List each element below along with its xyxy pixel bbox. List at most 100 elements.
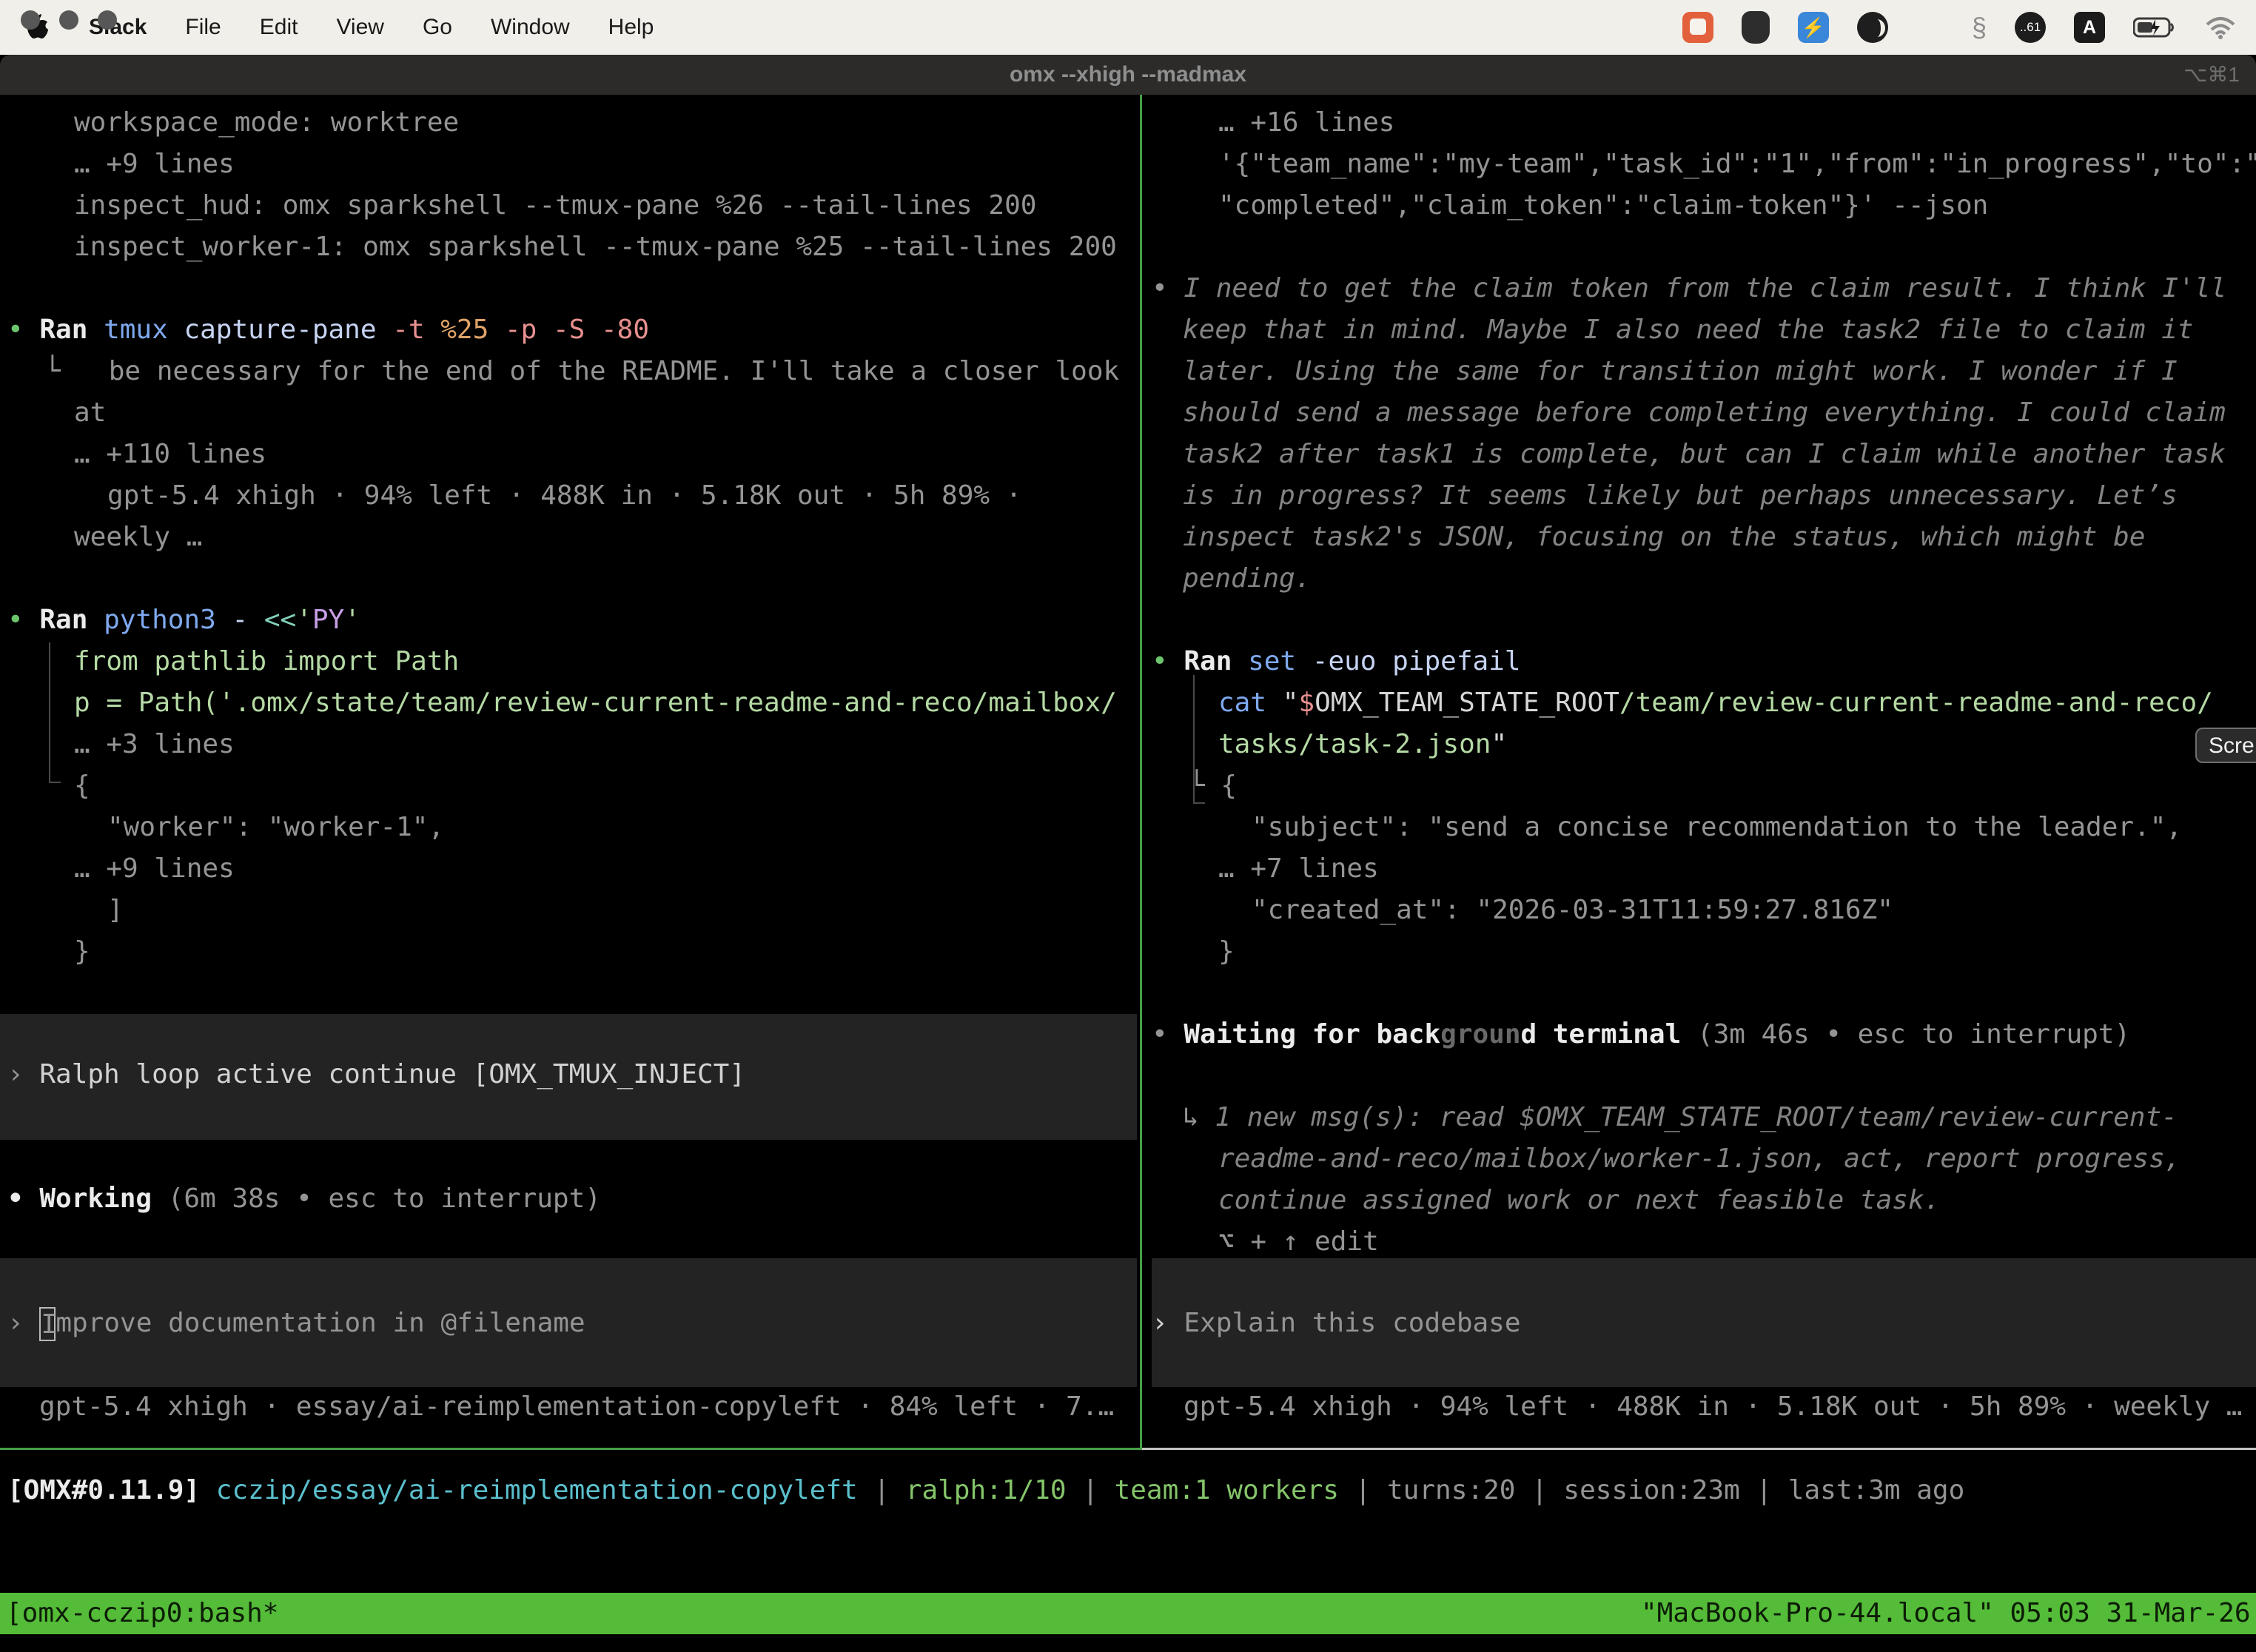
terminal-text-segment: "subject": "send a concise recommendatio… [1252,812,2182,842]
minimize-window-button[interactable] [59,10,78,30]
terminal-text-segment: " [1283,688,1299,718]
terminal-text-segment: ↳ [1183,1102,1215,1132]
terminal-line: } [1218,931,1235,973]
terminal-line: └ be necessary for the end of the README… [44,351,1119,392]
terminal-text-segment: I need to get the claim token from the c… [1184,273,2226,303]
terminal-text-segment: └ [1189,770,1221,801]
terminal-line: is in progress? It seems likely but perh… [1183,475,2178,517]
zoom-window-button[interactable] [98,10,117,30]
terminal-line: cat "$OMX_TEAM_STATE_ROOT/team/review-cu… [1218,682,2213,724]
terminal-text-segment: from pathlib import Path [74,646,459,676]
terminal-text-segment: … +9 lines [74,853,235,884]
menu-bar-status-icons: ⚡ § ..61 A [1682,11,2256,44]
terminal-text-segment: } [74,936,90,967]
terminal-text-segment: • [1152,646,1184,676]
terminal-line: "created_at": "2026-03-31T11:59:27.816Z" [1252,890,1893,931]
terminal-text-segment: cat [1218,688,1283,718]
terminal-text-segment: keep that in mind. Maybe I also need the… [1183,315,2193,345]
bolt-app-icon[interactable]: ⚡ [1798,12,1829,43]
terminal-text-segment: is in progress? It seems likely but perh… [1183,480,2178,511]
terminal-text-segment: gpt-5.4 xhigh · essay/ai-reimplementatio… [39,1391,1114,1422]
terminal-line: › Ralph loop active continue [OMX_TMUX_I… [7,1054,745,1095]
terminal-text-segment: readme-and-reco/mailbox/worker-1.json, a… [1218,1144,2181,1174]
terminal-text-segment: Ran [1184,646,1248,676]
screen-share-overlay-button[interactable]: Scre [2195,728,2256,763]
terminal-text-segment: $ [1298,688,1315,718]
wifi-icon[interactable] [2204,16,2237,39]
menu-item-edit[interactable]: Edit [260,15,298,40]
terminal-line: task2 after task1 is complete, but can I… [1183,434,2226,475]
terminal-line: … +110 lines [74,434,266,475]
menu-bar: Slack File Edit View Go Window Help ⚡ § … [0,0,2256,55]
terminal-line: readme-and-reco/mailbox/worker-1.json, a… [1218,1138,2181,1180]
terminal-text-segment: Ralph loop active continue [OMX_TMUX_INJ… [39,1059,745,1089]
terminal-line: "MacBook-Pro-44.local" 05:03 31-Mar-26 [1641,1593,2251,1634]
terminal-line: "completed","claim_token":"claim-token"}… [1218,185,1988,226]
terminal-line: … +16 lines [1218,102,1394,144]
menu-item-go[interactable]: Go [423,15,452,40]
crescent-app-icon[interactable] [1857,12,1888,43]
terminal-text-segment: set [1248,646,1312,676]
terminal-text-segment: tasks/task-2.json [1218,729,1491,759]
terminal-line: gpt-5.4 xhigh · essay/ai-reimplementatio… [39,1386,1114,1428]
terminal-line: p = Path('.omx/state/team/review-current… [74,682,1117,724]
terminal-line: └ { [1189,765,1237,807]
terminal-text-segment: -p -S -80 [505,315,649,345]
terminal-line: • Ran tmux capture-pane -t %25 -p -S -80 [7,309,649,351]
terminal-line: ⌥ + ↑ edit [1218,1221,1379,1263]
battery-percent-badge-icon[interactable]: ..61 [2015,12,2046,43]
terminal-text-segment: capture-pane [184,315,392,345]
terminal-text-segment: OMX_TEAM_STATE_ROOT [1315,688,1619,718]
menu-item-help[interactable]: Help [608,15,654,40]
terminal-text-segment: | turns:20 | session:23m | last:3m ago [1339,1475,1964,1505]
text-cursor: I [39,1307,56,1341]
terminal-text-segment: "created_at": "2026-03-31T11:59:27.816Z" [1252,895,1893,925]
terminal-text-segment: Working [39,1183,152,1214]
terminal-line: continue assigned work or next feasible … [1218,1180,1940,1221]
terminal-text-segment: "completed","claim_token":"claim-token"}… [1218,190,1988,221]
terminal-text-segment: groun [1440,1019,1520,1050]
left-output-connector-foot [49,782,61,783]
terminal-text-segment: … +3 lines [74,729,235,759]
terminal-text-segment: ' [344,605,360,635]
terminal-line: • Ran python3 - <<'PY' [7,600,360,641]
close-window-button[interactable] [21,10,40,30]
terminal-text-segment: [omx-cczip0:bash* [6,1598,278,1628]
terminal-text-segment: • [7,605,39,635]
terminal-text-segment: | [858,1475,906,1505]
battery-icon[interactable] [2133,16,2176,38]
terminal-line: • Working (6m 38s • esc to interrupt) [7,1178,601,1220]
dots-grid-icon[interactable] [1916,14,1944,41]
squiggle-status-icon[interactable]: § [1972,12,1987,43]
terminal-text-segment: workspace_mode: worktree [74,107,459,138]
input-source-icon[interactable]: A [2074,12,2105,43]
terminal-line: tasks/task-2.json" [1218,724,1507,765]
terminal-text-segment: %25 [440,315,505,345]
chat-app-icon[interactable] [1682,12,1713,43]
terminal-text-segment: … +7 lines [1218,853,1379,884]
terminal-text-segment: later. Using the same for transition mig… [1183,356,2178,386]
pane-divider[interactable] [1140,95,1142,1450]
terminal-text-segment: … +110 lines [74,439,266,469]
terminal-text-segment: (3m 46s • esc to interrupt) [1681,1019,2130,1050]
terminal-text-segment: p = Path('.omx/state/team/review-current… [74,688,1117,718]
terminal-text-segment: 1 new msg(s): read $OMX_TEAM_STATE_ROOT/… [1215,1102,2177,1132]
terminal-line: workspace_mode: worktree [74,102,459,144]
menu-item-file[interactable]: File [185,15,221,40]
menu-item-window[interactable]: Window [491,15,570,40]
screen: Slack File Edit View Go Window Help ⚡ § … [0,0,2256,1652]
inactive-pane-border [1142,1448,2256,1450]
terminal-line: { [74,765,90,807]
terminal-text-segment: be necessary for the end of the README. … [61,356,1119,386]
terminal-line: later. Using the same for transition mig… [1183,351,2178,392]
terminal-text-segment: -euo pipefail [1312,646,1521,676]
grid-shield-icon[interactable] [1742,11,1770,44]
window-title: omx --xhigh --madmax [0,55,2256,95]
menu-item-view[interactable]: View [336,15,383,40]
terminal-line: • Waiting for background terminal (3m 46… [1152,1014,2130,1055]
terminal-text-segment: inspect task2's JSON, focusing on the st… [1183,522,2145,552]
terminal-line: • I need to get the claim token from the… [1152,268,2226,309]
terminal-line: gpt-5.4 xhigh · 94% left · 488K in · 5.1… [1184,1386,2242,1428]
terminal-line: … +9 lines [74,848,235,890]
terminal-text-segment: "MacBook-Pro-44.local" 05:03 31-Mar-26 [1641,1598,2251,1628]
